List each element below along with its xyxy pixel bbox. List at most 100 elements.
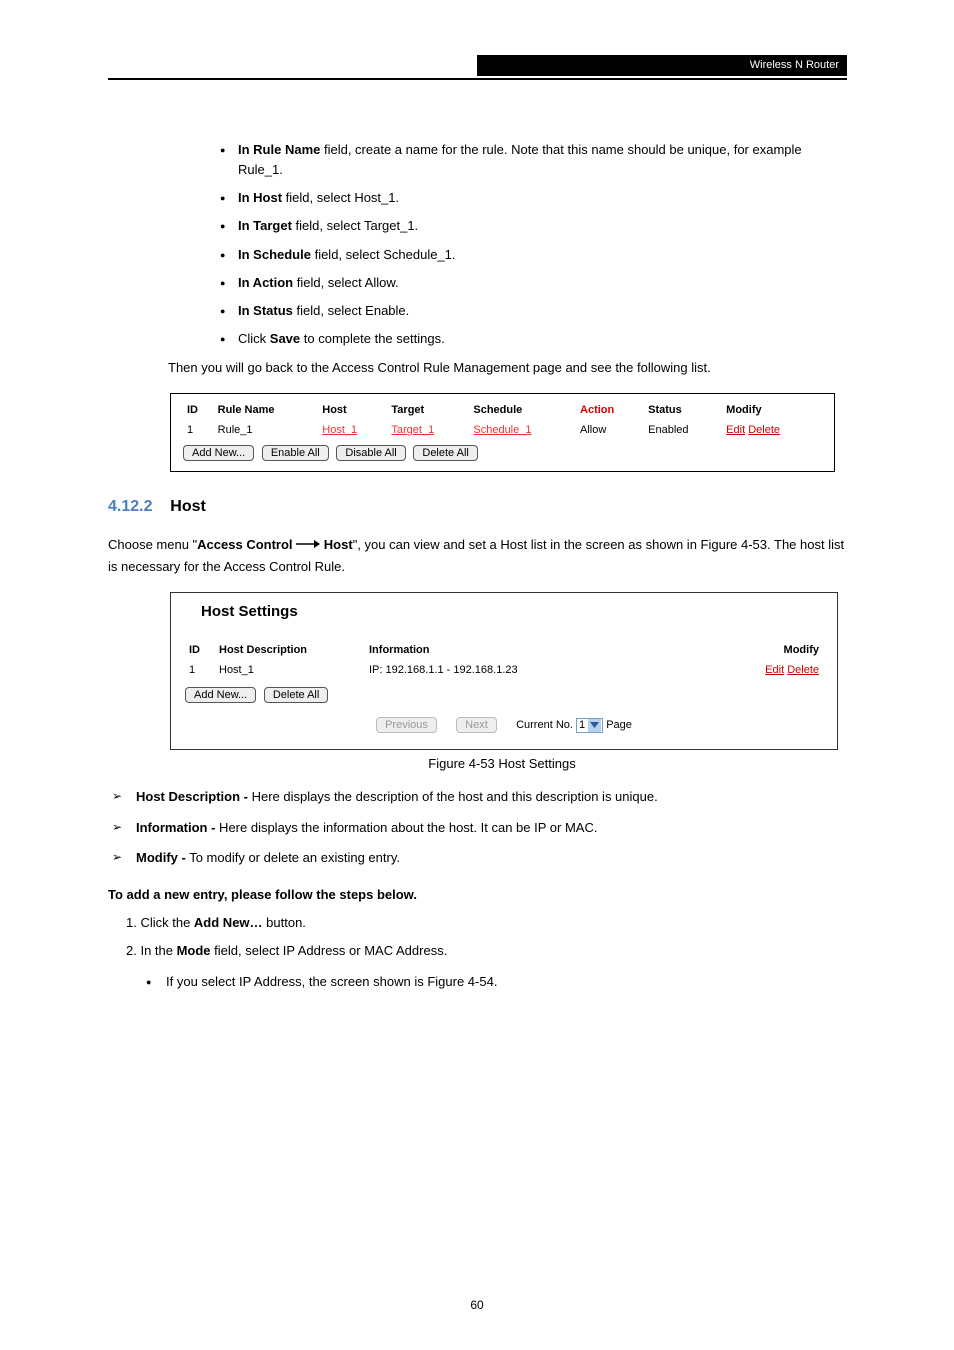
col-schedule: Schedule bbox=[469, 402, 576, 418]
section-intro: Choose menu "Access Control Host", you c… bbox=[108, 534, 847, 578]
step-target: In Target field, select Target_1. bbox=[198, 216, 847, 236]
chevron-down-icon[interactable] bbox=[588, 719, 601, 732]
mode-sublist: If you select IP Address, the screen sho… bbox=[142, 972, 847, 993]
col-id: ID bbox=[183, 402, 214, 418]
s2c: field, select IP Address or MAC Address. bbox=[211, 943, 448, 958]
tail: field, select Host_1. bbox=[282, 190, 399, 205]
enable-all-button[interactable]: Enable All bbox=[262, 445, 329, 461]
tail: field, select Enable. bbox=[293, 303, 409, 318]
tail: field, select Allow. bbox=[293, 275, 399, 290]
top-separator bbox=[108, 78, 847, 80]
page-number: 60 bbox=[0, 1298, 954, 1312]
hcell-desc: Host_1 bbox=[215, 660, 365, 680]
host-edit-link[interactable]: Edit bbox=[765, 664, 784, 676]
target-link[interactable]: Target_1 bbox=[391, 424, 434, 436]
host-add-new-button[interactable]: Add New... bbox=[185, 687, 256, 703]
step-action: In Action field, select Allow. bbox=[198, 273, 847, 293]
host-table: ID Host Description Information Modify 1… bbox=[185, 640, 823, 680]
schedule-link[interactable]: Schedule_1 bbox=[473, 424, 531, 436]
figure-host-settings: Host Settings ID Host Description Inform… bbox=[170, 592, 838, 750]
label: Host Description - bbox=[136, 789, 248, 804]
header-bar: Wireless N Router bbox=[477, 55, 847, 76]
disable-all-button[interactable]: Disable All bbox=[336, 445, 405, 461]
label: In Rule Name bbox=[238, 142, 320, 157]
page-content: In Rule Name field, create a name for th… bbox=[108, 140, 847, 993]
col-host: Host bbox=[318, 402, 387, 418]
s2b: Mode bbox=[177, 943, 211, 958]
mode-ip-address: If you select IP Address, the screen sho… bbox=[142, 972, 847, 993]
previous-button: Previous bbox=[376, 717, 437, 733]
next-button: Next bbox=[456, 717, 497, 733]
step-status: In Status field, select Enable. bbox=[198, 301, 847, 321]
hcol-info: Information bbox=[365, 640, 743, 660]
s2a: 2. In the bbox=[126, 943, 177, 958]
figure-rule-list: ID Rule Name Host Target Schedule Action… bbox=[170, 393, 835, 472]
col-status: Status bbox=[644, 402, 722, 418]
rule-table-header-row: ID Rule Name Host Target Schedule Action… bbox=[183, 402, 822, 418]
desc-modify: Modify - To modify or delete an existing… bbox=[108, 848, 847, 868]
delete-link[interactable]: Delete bbox=[748, 424, 780, 436]
intro-bold1: Access Control bbox=[197, 537, 292, 552]
s1a: 1. Click the bbox=[126, 915, 194, 930]
cell-id: 1 bbox=[183, 418, 214, 438]
figure-caption: Figure 4-53 Host Settings bbox=[168, 756, 836, 771]
tail: field, select Target_1. bbox=[292, 218, 418, 233]
current-label: Current No. bbox=[516, 719, 573, 731]
host-delete-link[interactable]: Delete bbox=[787, 664, 819, 676]
label: In Status bbox=[238, 303, 293, 318]
label: Information - bbox=[136, 820, 215, 835]
desc-information: Information - Here displays the informat… bbox=[108, 818, 847, 838]
step-host: In Host field, select Host_1. bbox=[198, 188, 847, 208]
hcell-info: IP: 192.168.1.1 - 192.168.1.23 bbox=[365, 660, 743, 680]
tail: To modify or delete an existing entry. bbox=[186, 850, 400, 865]
add-entry-heading: To add a new entry, please follow the st… bbox=[108, 884, 847, 906]
label: Click bbox=[238, 331, 270, 346]
desc-host-description: Host Description - Here displays the des… bbox=[108, 787, 847, 807]
tail: field, create a name for the rule. Note … bbox=[238, 142, 802, 177]
label: Modify - bbox=[136, 850, 186, 865]
cell-action: Allow bbox=[576, 418, 644, 438]
intro-bold2: Host bbox=[324, 537, 353, 552]
col-action: Action bbox=[576, 402, 644, 418]
section-number: 4.12.2 bbox=[108, 498, 152, 515]
tail: Here displays the information about the … bbox=[215, 820, 597, 835]
section-heading: 4.12.2 Host bbox=[108, 498, 847, 516]
rule-table-row: 1 Rule_1 Host_1 Target_1 Schedule_1 Allo… bbox=[183, 418, 822, 438]
host-delete-all-button[interactable]: Delete All bbox=[264, 687, 328, 703]
add-entry-step2: 2. In the Mode field, select IP Address … bbox=[126, 940, 847, 962]
step-schedule: In Schedule field, select Schedule_1. bbox=[198, 245, 847, 265]
edit-link[interactable]: Edit bbox=[726, 424, 745, 436]
col-rule-name: Rule Name bbox=[214, 402, 319, 418]
save-bold: Save bbox=[270, 331, 300, 346]
label: In Schedule bbox=[238, 247, 311, 262]
page-label: Page bbox=[606, 719, 632, 731]
host-link[interactable]: Host_1 bbox=[322, 424, 357, 436]
numbered-steps-list: In Rule Name field, create a name for th… bbox=[198, 140, 847, 349]
col-modify: Modify bbox=[722, 402, 822, 418]
section-title: Host bbox=[170, 498, 206, 515]
tail2: to complete the settings. bbox=[300, 331, 445, 346]
host-settings-title: Host Settings bbox=[201, 603, 298, 620]
tail: field, select Schedule_1. bbox=[311, 247, 456, 262]
page-select[interactable]: 1 bbox=[576, 718, 603, 733]
cell-rule-name: Rule_1 bbox=[214, 418, 319, 438]
hcell-id: 1 bbox=[185, 660, 215, 680]
label: In Action bbox=[238, 275, 293, 290]
add-entry-step1: 1. Click the Add New… button. bbox=[126, 912, 847, 934]
host-table-header-row: ID Host Description Information Modify bbox=[185, 640, 823, 660]
s1c: button. bbox=[263, 915, 306, 930]
arrow-icon bbox=[296, 537, 324, 552]
intro-1: Choose menu " bbox=[108, 537, 197, 552]
then-line: Then you will go back to the Access Cont… bbox=[168, 357, 847, 379]
cell-status: Enabled bbox=[644, 418, 722, 438]
delete-all-button[interactable]: Delete All bbox=[413, 445, 477, 461]
tail: Here displays the description of the hos… bbox=[248, 789, 658, 804]
add-new-button[interactable]: Add New... bbox=[183, 445, 254, 461]
label: In Host bbox=[238, 190, 282, 205]
hcol-id: ID bbox=[185, 640, 215, 660]
host-table-row: 1 Host_1 IP: 192.168.1.1 - 192.168.1.23 … bbox=[185, 660, 823, 680]
s1b: Add New… bbox=[194, 915, 263, 930]
pager: Previous Next Current No. 1 Page bbox=[185, 703, 823, 737]
step-save: Click Save to complete the settings. bbox=[198, 329, 847, 349]
label: In Target bbox=[238, 218, 292, 233]
